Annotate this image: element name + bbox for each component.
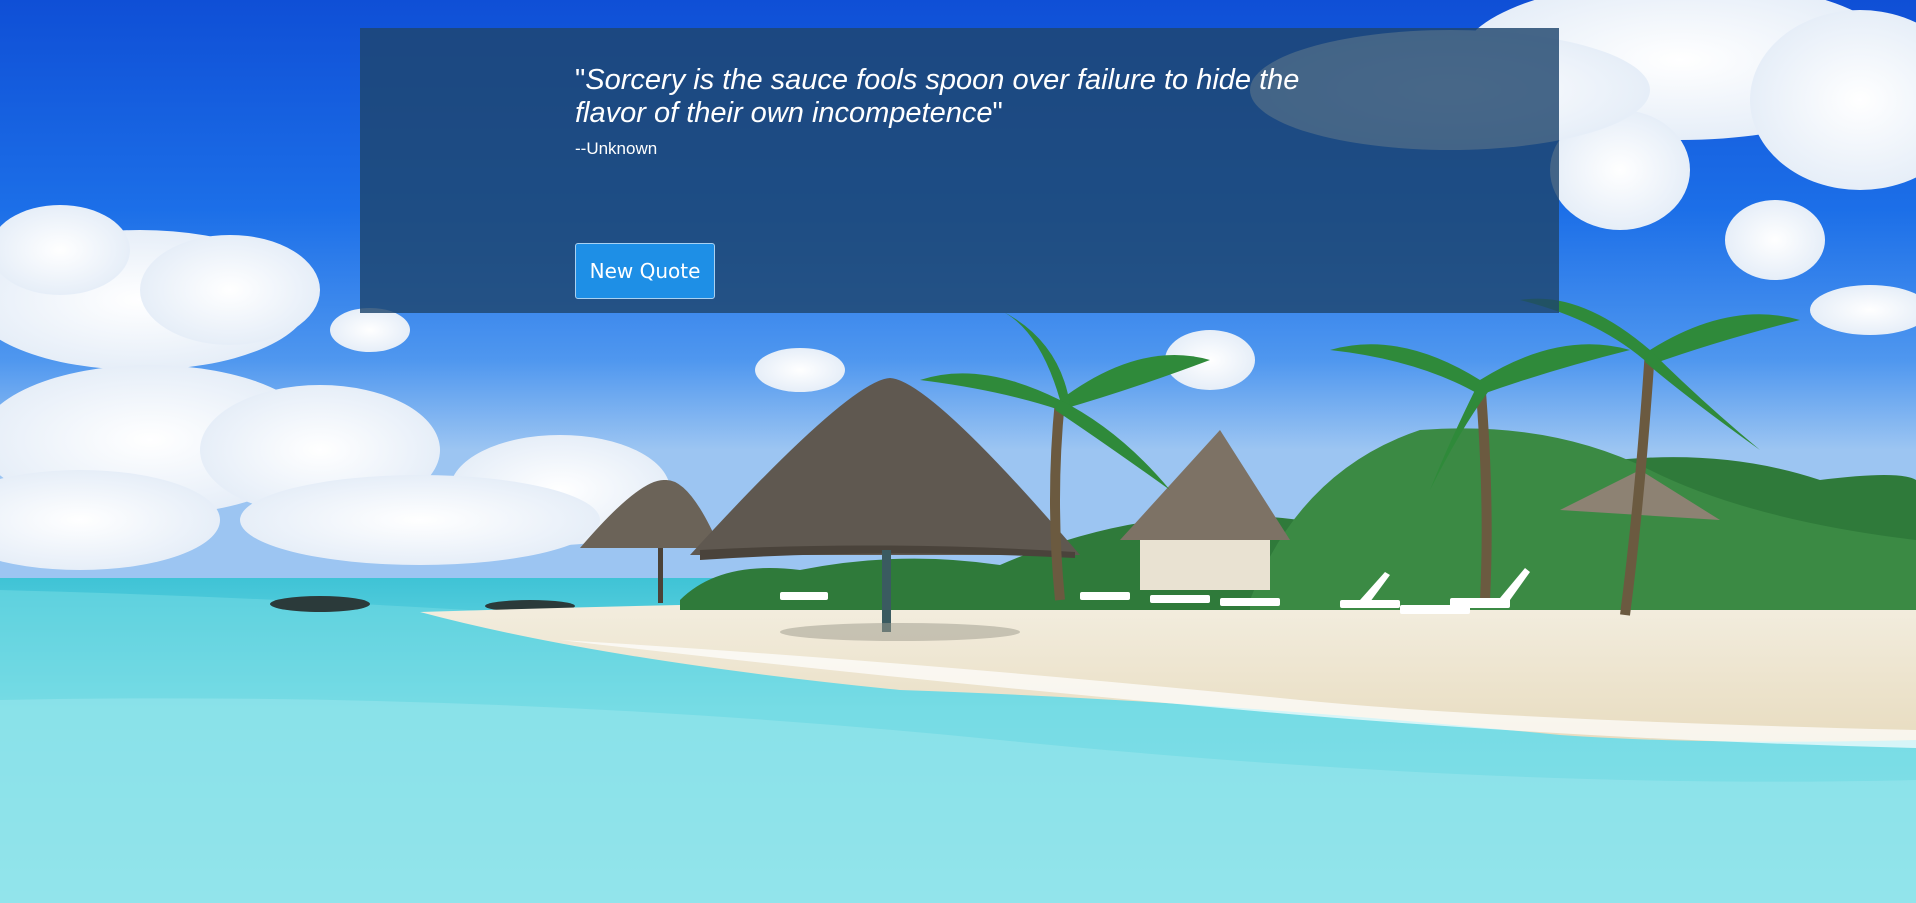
quote-close-mark: ": [992, 97, 1003, 129]
quote-content: "Sorcery is the sauce fools spoon over f…: [575, 64, 1355, 159]
quote-author: --Unknown: [575, 139, 658, 158]
quote-text: "Sorcery is the sauce fools spoon over f…: [575, 64, 1355, 130]
quote-open-mark: ": [575, 64, 586, 96]
page: "Sorcery is the sauce fools spoon over f…: [0, 0, 1916, 903]
quote-body: Sorcery is the sauce fools spoon over fa…: [575, 64, 1300, 129]
quote-panel: "Sorcery is the sauce fools spoon over f…: [360, 28, 1559, 313]
new-quote-button[interactable]: New Quote: [575, 243, 715, 299]
